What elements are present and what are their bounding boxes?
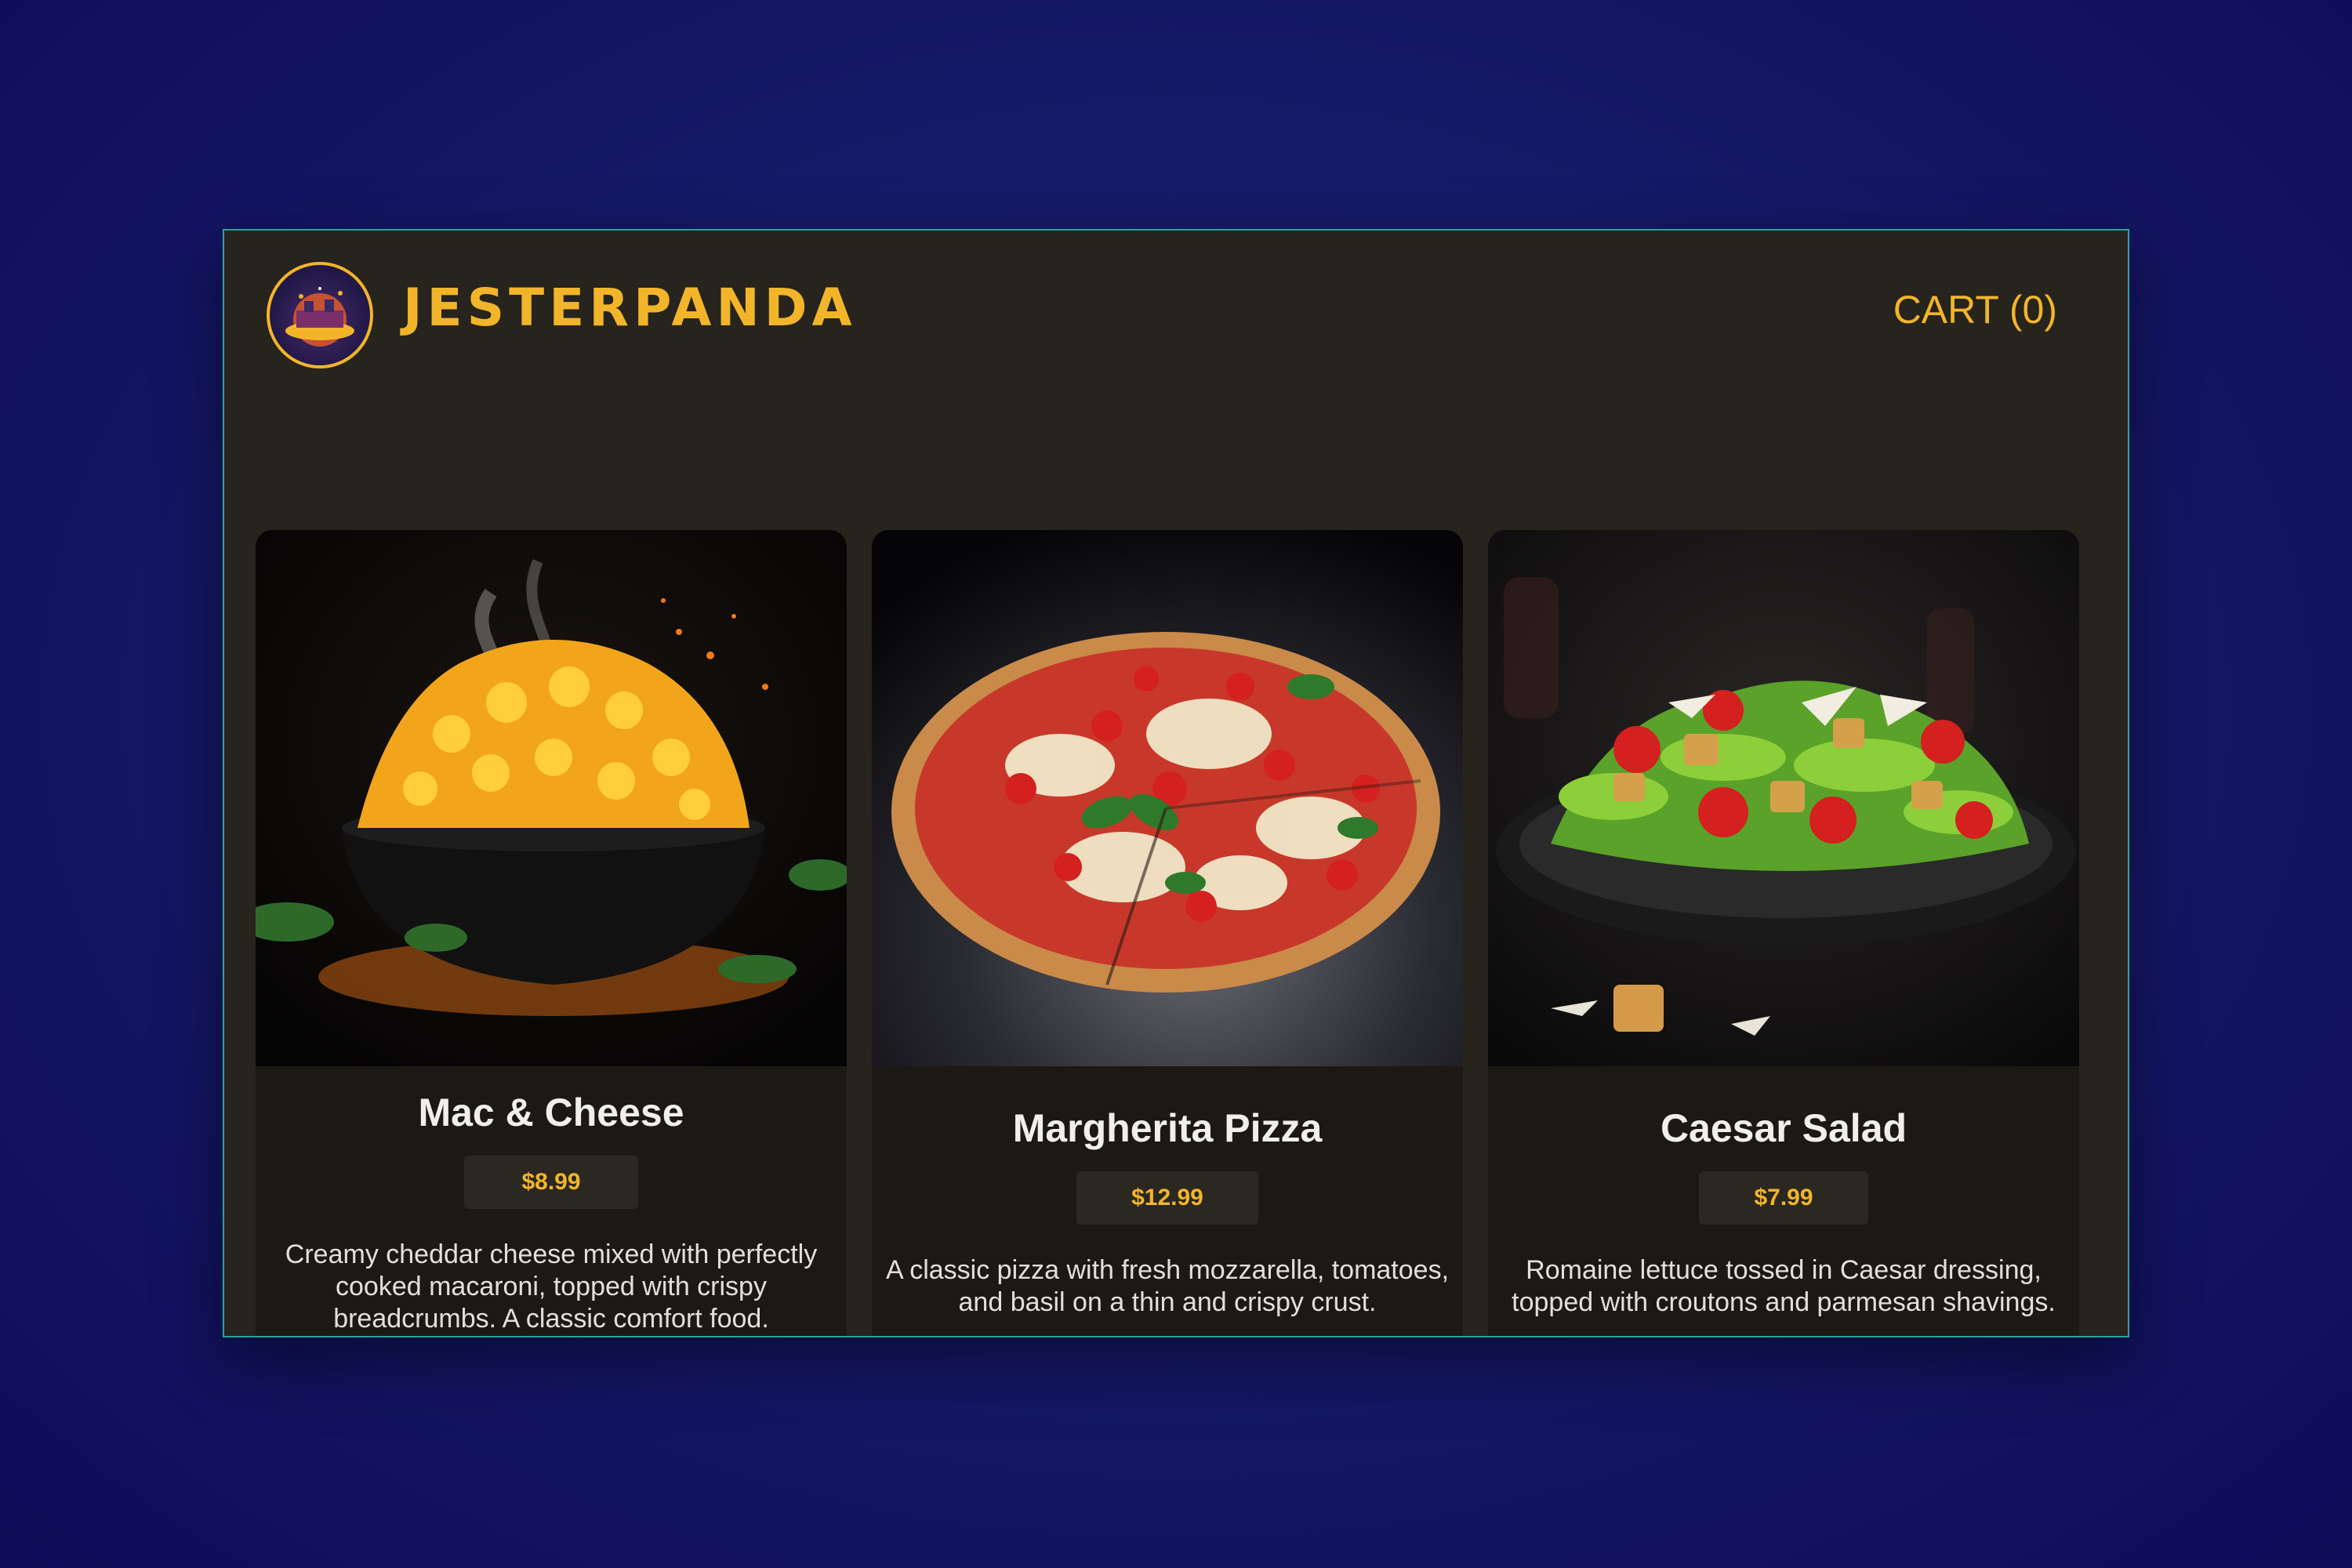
site-header: JESTERPANDA CART (0) (224, 230, 2128, 411)
product-description: Creamy cheddar cheese mixed with perfect… (285, 1240, 818, 1334)
restaurant-logo-icon[interactable] (267, 262, 373, 368)
product-price: $7.99 (1699, 1171, 1868, 1225)
salad-image (1488, 530, 2079, 1066)
product-title[interactable]: Mac & Cheese (256, 1090, 847, 1135)
product-price: $12.99 (1076, 1171, 1258, 1225)
product-price: $8.99 (464, 1156, 638, 1209)
product-card[interactable]: Caesar Salad $7.99 Romaine lettuce tosse… (1488, 530, 2079, 1336)
product-card[interactable]: Mac & Cheese $8.99 Creamy cheddar cheese… (256, 530, 847, 1336)
app-window: JESTERPANDA CART (0) Mac & Cheese $8.99 … (223, 229, 2129, 1338)
product-title[interactable]: Margherita Pizza (872, 1105, 1463, 1151)
brand-name[interactable]: JESTERPANDA (403, 278, 857, 338)
product-title[interactable]: Caesar Salad (1488, 1105, 2079, 1151)
product-card[interactable]: Margherita Pizza $12.99 A classic pizza … (872, 530, 1463, 1336)
product-description: Romaine lettuce tossed in Caesar dressin… (1512, 1255, 2056, 1317)
pizza-image (872, 530, 1463, 1066)
mac-and-cheese-image (256, 530, 847, 1066)
cart-link[interactable]: CART (0) (1893, 287, 2057, 332)
product-description: A classic pizza with fresh mozzarella, t… (885, 1255, 1450, 1317)
